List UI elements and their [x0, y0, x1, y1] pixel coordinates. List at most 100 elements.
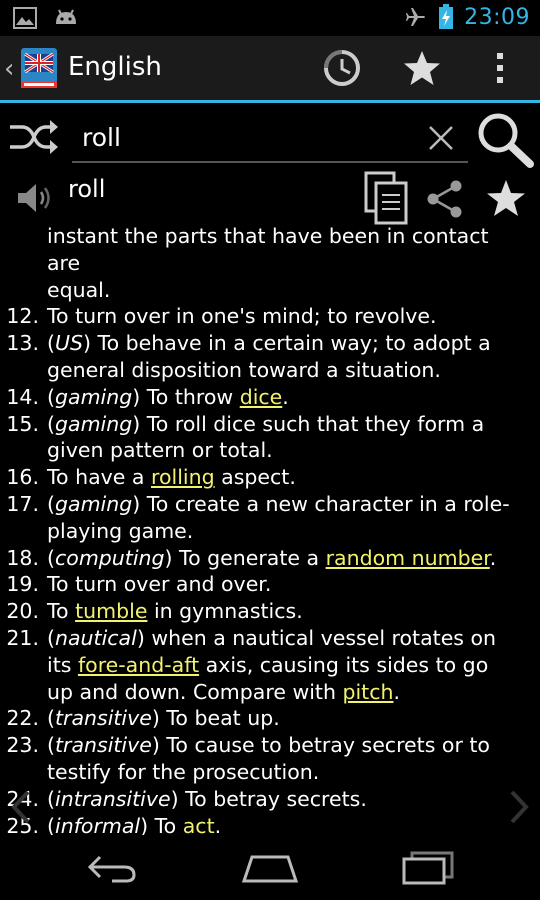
- definition-text-segment: ) To beat up.: [151, 706, 280, 731]
- definition-text: To turn over in one's mind; to revolve.: [47, 303, 518, 330]
- definition-link[interactable]: random number: [326, 546, 490, 570]
- headword: roll: [68, 175, 106, 203]
- definition-list: 12. To turn over in one's mind; to revolv…: [0, 303, 540, 835]
- definition-item: 19. To turn over and over.: [0, 571, 540, 598]
- airplane-mode-icon: [406, 8, 426, 26]
- dictionary-flag-icon[interactable]: [18, 46, 60, 90]
- back-icon[interactable]: [82, 849, 142, 885]
- star-icon[interactable]: [402, 48, 442, 88]
- definition-text-segment: aspect.: [214, 465, 296, 490]
- definition-text-segment: (: [47, 625, 55, 650]
- clear-icon[interactable]: [426, 123, 456, 153]
- status-time: 23:09: [464, 4, 530, 30]
- definition-link[interactable]: rolling: [151, 465, 215, 489]
- definition-number: 19.: [6, 572, 39, 597]
- usage-label: US: [55, 331, 84, 356]
- usage-label: transitive: [55, 706, 152, 731]
- search-row: [0, 103, 540, 171]
- definition-item: 23. (transitive) To cause to betray secre…: [0, 732, 540, 786]
- usage-label: transitive: [55, 733, 152, 758]
- definition-item: 20. To tumble in gymnastics.: [0, 598, 540, 625]
- definition-text-segment: (: [47, 813, 55, 835]
- definition-text: (transitive) To beat up.: [47, 705, 518, 732]
- definition-text-segment: (: [47, 706, 55, 731]
- usage-label: gaming: [55, 491, 133, 516]
- back-chevron-icon[interactable]: ‹: [4, 54, 14, 84]
- definition-item: 13. (US) To behave in a certain way; to a…: [0, 330, 540, 384]
- definition-text-segment: To: [47, 599, 76, 624]
- definition-number: 17.: [6, 491, 39, 516]
- recent-apps-icon[interactable]: [398, 849, 458, 885]
- definition-text: (gaming) To create a new character in a …: [47, 491, 518, 545]
- definition-text-segment: .: [489, 545, 497, 570]
- definition-text-segment: (: [47, 331, 55, 356]
- next-chevron-icon[interactable]: [506, 788, 532, 826]
- definition-text-segment: ) To behave in a certain way; to adopt a…: [47, 331, 491, 382]
- definition-link[interactable]: tumble: [75, 599, 147, 623]
- definition-continuation: instant the parts that have been in cont…: [47, 225, 489, 302]
- definition-item: 15. (gaming) To roll dice such that they …: [0, 411, 540, 465]
- usage-label: nautical: [55, 625, 137, 650]
- usage-label: gaming: [55, 411, 133, 436]
- definition-text: (nautical) when a nautical vessel rotate…: [47, 625, 518, 705]
- action-bar: ‹ English: [0, 36, 540, 100]
- definition-link[interactable]: dice: [240, 385, 283, 409]
- definition-item: 18. (computing) To generate a random numb…: [0, 545, 540, 572]
- overflow-menu-icon[interactable]: [480, 48, 520, 88]
- search-input[interactable]: [82, 119, 412, 155]
- home-icon[interactable]: [240, 849, 300, 885]
- usage-label: informal: [55, 813, 141, 835]
- definition-item: 16. To have a rolling aspect.: [0, 464, 540, 491]
- definition-link[interactable]: act: [183, 814, 215, 835]
- speaker-icon[interactable]: [14, 181, 54, 215]
- word-header: roll: [0, 171, 540, 225]
- definition-text-segment: (: [47, 411, 55, 436]
- definition-number: 21.: [6, 625, 39, 650]
- definition-text-segment: in gymnastics.: [147, 599, 303, 624]
- definition-link[interactable]: fore-and-aft: [78, 653, 199, 677]
- definition-number: 12.: [6, 304, 39, 329]
- definition-item: 25. (informal) To act.: [0, 813, 540, 835]
- definition-number: 13.: [6, 331, 39, 356]
- definition-text-segment: .: [282, 384, 289, 409]
- definition-item: 22. (transitive) To beat up.: [0, 705, 540, 732]
- definition-text: (transitive) To cause to betray secrets …: [47, 732, 518, 786]
- definition-number: 23.: [6, 733, 39, 758]
- usage-label: gaming: [55, 384, 133, 409]
- definition-text: (gaming) To roll dice such that they for…: [47, 411, 518, 465]
- definition-text-segment: .: [214, 813, 222, 835]
- search-field[interactable]: [72, 113, 468, 163]
- history-icon[interactable]: [322, 48, 362, 88]
- previous-chevron-icon[interactable]: [8, 788, 34, 826]
- definition-number: 14.: [6, 384, 39, 409]
- definition-item: 24. (intransitive) To betray secrets.: [0, 786, 540, 813]
- definition-text: To have a rolling aspect.: [47, 464, 518, 491]
- definition-link[interactable]: pitch: [342, 680, 393, 704]
- system-nav-bar: [0, 835, 540, 900]
- definition-text: (US) To behave in a certain way; to adop…: [47, 330, 518, 384]
- definition-text-segment: ) To generate a: [164, 545, 326, 570]
- status-bar: 23:09: [0, 0, 540, 36]
- definition-number: 15.: [6, 411, 39, 436]
- definition-number: 18.: [6, 545, 39, 570]
- copy-icon[interactable]: [362, 171, 410, 225]
- definition-item: 14. (gaming) To throw dice.: [0, 384, 540, 411]
- definition-item: 17. (gaming) To create a new character in…: [0, 491, 540, 545]
- definition-text: (informal) To act.: [47, 813, 518, 835]
- definition-text-segment: .: [393, 679, 401, 704]
- magnifier-icon[interactable]: [474, 109, 536, 169]
- definition-text: To tumble in gymnastics.: [47, 598, 518, 625]
- shuffle-icon[interactable]: [8, 117, 60, 157]
- definition-item: 21. (nautical) when a nautical vessel rot…: [0, 625, 540, 705]
- favorite-star-icon[interactable]: [484, 177, 528, 219]
- definition-text-segment: ) To: [140, 813, 183, 835]
- definition-text: To turn over and over.: [47, 571, 518, 598]
- definition-text-segment: (: [47, 384, 55, 409]
- definition-text: (computing) To generate a random number.: [47, 545, 518, 572]
- definitions-content[interactable]: instant the parts that have been in cont…: [0, 225, 540, 835]
- share-icon[interactable]: [424, 179, 466, 219]
- definition-text-segment: (: [47, 491, 55, 516]
- battery-charging-icon: [439, 4, 454, 29]
- image-icon: [13, 7, 37, 29]
- definition-number: 20.: [6, 599, 39, 624]
